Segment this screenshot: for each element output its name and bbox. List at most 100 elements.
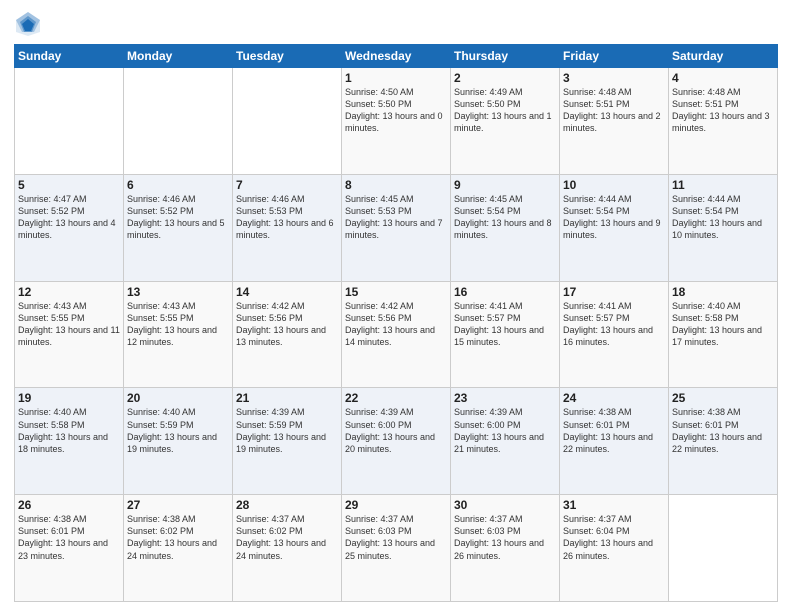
cell-info: Sunrise: 4:43 AMSunset: 5:55 PMDaylight:…: [18, 300, 120, 349]
day-number: 1: [345, 71, 447, 85]
cell-info: Sunrise: 4:47 AMSunset: 5:52 PMDaylight:…: [18, 193, 120, 242]
cell-info: Sunrise: 4:38 AMSunset: 6:01 PMDaylight:…: [672, 406, 774, 455]
calendar-cell: 18Sunrise: 4:40 AMSunset: 5:58 PMDayligh…: [669, 281, 778, 388]
weekday-header-monday: Monday: [124, 45, 233, 68]
calendar-cell: 14Sunrise: 4:42 AMSunset: 5:56 PMDayligh…: [233, 281, 342, 388]
day-number: 9: [454, 178, 556, 192]
cell-info: Sunrise: 4:37 AMSunset: 6:03 PMDaylight:…: [345, 513, 447, 562]
day-number: 23: [454, 391, 556, 405]
cell-info: Sunrise: 4:40 AMSunset: 5:59 PMDaylight:…: [127, 406, 229, 455]
calendar-cell: 27Sunrise: 4:38 AMSunset: 6:02 PMDayligh…: [124, 495, 233, 602]
cell-info: Sunrise: 4:49 AMSunset: 5:50 PMDaylight:…: [454, 86, 556, 135]
weekday-header-saturday: Saturday: [669, 45, 778, 68]
cell-info: Sunrise: 4:38 AMSunset: 6:01 PMDaylight:…: [563, 406, 665, 455]
calendar-cell: 19Sunrise: 4:40 AMSunset: 5:58 PMDayligh…: [15, 388, 124, 495]
calendar-cell: [669, 495, 778, 602]
logo: [14, 10, 44, 38]
calendar-cell: 30Sunrise: 4:37 AMSunset: 6:03 PMDayligh…: [451, 495, 560, 602]
cell-info: Sunrise: 4:43 AMSunset: 5:55 PMDaylight:…: [127, 300, 229, 349]
day-number: 5: [18, 178, 120, 192]
logo-icon: [14, 10, 42, 38]
week-row-4: 19Sunrise: 4:40 AMSunset: 5:58 PMDayligh…: [15, 388, 778, 495]
day-number: 7: [236, 178, 338, 192]
calendar-cell: 31Sunrise: 4:37 AMSunset: 6:04 PMDayligh…: [560, 495, 669, 602]
day-number: 25: [672, 391, 774, 405]
day-number: 24: [563, 391, 665, 405]
weekday-header-thursday: Thursday: [451, 45, 560, 68]
weekday-header-friday: Friday: [560, 45, 669, 68]
day-number: 6: [127, 178, 229, 192]
day-number: 22: [345, 391, 447, 405]
cell-info: Sunrise: 4:37 AMSunset: 6:04 PMDaylight:…: [563, 513, 665, 562]
calendar-cell: 9Sunrise: 4:45 AMSunset: 5:54 PMDaylight…: [451, 174, 560, 281]
day-number: 8: [345, 178, 447, 192]
cell-info: Sunrise: 4:46 AMSunset: 5:53 PMDaylight:…: [236, 193, 338, 242]
calendar-cell: 6Sunrise: 4:46 AMSunset: 5:52 PMDaylight…: [124, 174, 233, 281]
calendar-cell: [15, 68, 124, 175]
calendar-cell: 25Sunrise: 4:38 AMSunset: 6:01 PMDayligh…: [669, 388, 778, 495]
calendar-cell: 20Sunrise: 4:40 AMSunset: 5:59 PMDayligh…: [124, 388, 233, 495]
weekday-header-sunday: Sunday: [15, 45, 124, 68]
day-number: 17: [563, 285, 665, 299]
day-number: 3: [563, 71, 665, 85]
calendar-cell: 10Sunrise: 4:44 AMSunset: 5:54 PMDayligh…: [560, 174, 669, 281]
calendar-cell: 15Sunrise: 4:42 AMSunset: 5:56 PMDayligh…: [342, 281, 451, 388]
cell-info: Sunrise: 4:37 AMSunset: 6:02 PMDaylight:…: [236, 513, 338, 562]
calendar-cell: 5Sunrise: 4:47 AMSunset: 5:52 PMDaylight…: [15, 174, 124, 281]
weekday-header-row: SundayMondayTuesdayWednesdayThursdayFrid…: [15, 45, 778, 68]
day-number: 2: [454, 71, 556, 85]
day-number: 15: [345, 285, 447, 299]
cell-info: Sunrise: 4:37 AMSunset: 6:03 PMDaylight:…: [454, 513, 556, 562]
cell-info: Sunrise: 4:48 AMSunset: 5:51 PMDaylight:…: [563, 86, 665, 135]
calendar-cell: 16Sunrise: 4:41 AMSunset: 5:57 PMDayligh…: [451, 281, 560, 388]
cell-info: Sunrise: 4:38 AMSunset: 6:01 PMDaylight:…: [18, 513, 120, 562]
cell-info: Sunrise: 4:38 AMSunset: 6:02 PMDaylight:…: [127, 513, 229, 562]
cell-info: Sunrise: 4:45 AMSunset: 5:53 PMDaylight:…: [345, 193, 447, 242]
day-number: 16: [454, 285, 556, 299]
cell-info: Sunrise: 4:41 AMSunset: 5:57 PMDaylight:…: [454, 300, 556, 349]
day-number: 21: [236, 391, 338, 405]
calendar-cell: 26Sunrise: 4:38 AMSunset: 6:01 PMDayligh…: [15, 495, 124, 602]
day-number: 11: [672, 178, 774, 192]
calendar-cell: 29Sunrise: 4:37 AMSunset: 6:03 PMDayligh…: [342, 495, 451, 602]
day-number: 13: [127, 285, 229, 299]
calendar-cell: 11Sunrise: 4:44 AMSunset: 5:54 PMDayligh…: [669, 174, 778, 281]
day-number: 4: [672, 71, 774, 85]
calendar-cell: 28Sunrise: 4:37 AMSunset: 6:02 PMDayligh…: [233, 495, 342, 602]
week-row-5: 26Sunrise: 4:38 AMSunset: 6:01 PMDayligh…: [15, 495, 778, 602]
calendar-table: SundayMondayTuesdayWednesdayThursdayFrid…: [14, 44, 778, 602]
cell-info: Sunrise: 4:44 AMSunset: 5:54 PMDaylight:…: [672, 193, 774, 242]
calendar-page: SundayMondayTuesdayWednesdayThursdayFrid…: [0, 0, 792, 612]
cell-info: Sunrise: 4:42 AMSunset: 5:56 PMDaylight:…: [345, 300, 447, 349]
day-number: 31: [563, 498, 665, 512]
calendar-cell: 3Sunrise: 4:48 AMSunset: 5:51 PMDaylight…: [560, 68, 669, 175]
day-number: 26: [18, 498, 120, 512]
cell-info: Sunrise: 4:46 AMSunset: 5:52 PMDaylight:…: [127, 193, 229, 242]
calendar-cell: 17Sunrise: 4:41 AMSunset: 5:57 PMDayligh…: [560, 281, 669, 388]
day-number: 28: [236, 498, 338, 512]
calendar-cell: 23Sunrise: 4:39 AMSunset: 6:00 PMDayligh…: [451, 388, 560, 495]
cell-info: Sunrise: 4:40 AMSunset: 5:58 PMDaylight:…: [672, 300, 774, 349]
cell-info: Sunrise: 4:39 AMSunset: 6:00 PMDaylight:…: [454, 406, 556, 455]
cell-info: Sunrise: 4:50 AMSunset: 5:50 PMDaylight:…: [345, 86, 447, 135]
calendar-cell: [233, 68, 342, 175]
calendar-cell: 21Sunrise: 4:39 AMSunset: 5:59 PMDayligh…: [233, 388, 342, 495]
day-number: 12: [18, 285, 120, 299]
calendar-cell: 24Sunrise: 4:38 AMSunset: 6:01 PMDayligh…: [560, 388, 669, 495]
cell-info: Sunrise: 4:41 AMSunset: 5:57 PMDaylight:…: [563, 300, 665, 349]
day-number: 29: [345, 498, 447, 512]
cell-info: Sunrise: 4:42 AMSunset: 5:56 PMDaylight:…: [236, 300, 338, 349]
cell-info: Sunrise: 4:45 AMSunset: 5:54 PMDaylight:…: [454, 193, 556, 242]
day-number: 20: [127, 391, 229, 405]
day-number: 27: [127, 498, 229, 512]
calendar-cell: 12Sunrise: 4:43 AMSunset: 5:55 PMDayligh…: [15, 281, 124, 388]
day-number: 10: [563, 178, 665, 192]
cell-info: Sunrise: 4:40 AMSunset: 5:58 PMDaylight:…: [18, 406, 120, 455]
header: [14, 10, 778, 38]
calendar-cell: 1Sunrise: 4:50 AMSunset: 5:50 PMDaylight…: [342, 68, 451, 175]
day-number: 30: [454, 498, 556, 512]
calendar-cell: 7Sunrise: 4:46 AMSunset: 5:53 PMDaylight…: [233, 174, 342, 281]
day-number: 18: [672, 285, 774, 299]
day-number: 14: [236, 285, 338, 299]
weekday-header-wednesday: Wednesday: [342, 45, 451, 68]
